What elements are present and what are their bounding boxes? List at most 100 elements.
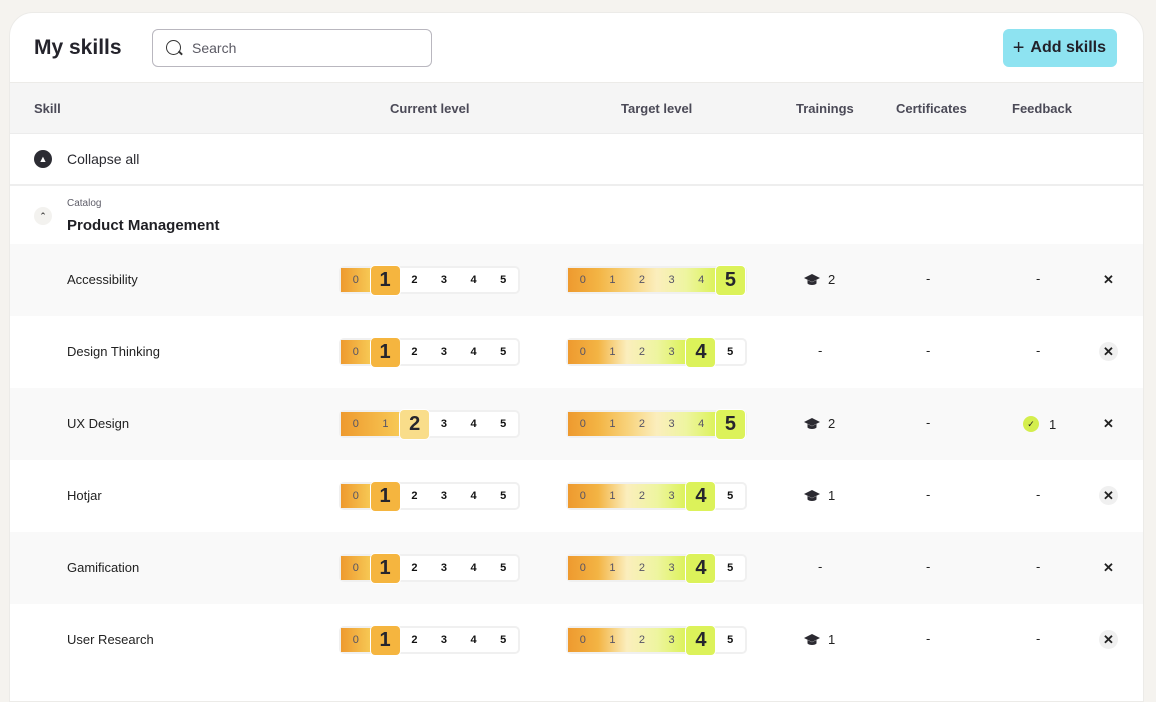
level-option-5[interactable]: 5 xyxy=(488,628,518,652)
trainings-count[interactable]: 1 xyxy=(804,632,835,647)
skill-name[interactable]: User Research xyxy=(67,632,154,647)
level-option-4[interactable]: 4 xyxy=(686,625,716,655)
level-option-3[interactable]: 3 xyxy=(429,268,459,292)
column-header-target-level[interactable]: Target level xyxy=(621,101,692,116)
level-option-2[interactable]: 2 xyxy=(627,556,657,580)
level-option-0[interactable]: 0 xyxy=(568,412,598,436)
current-level-selector[interactable]: 012345 xyxy=(341,409,518,439)
level-option-5[interactable]: 5 xyxy=(488,268,518,292)
level-option-5[interactable]: 5 xyxy=(715,628,745,652)
level-option-0[interactable]: 0 xyxy=(341,556,371,580)
level-option-1[interactable]: 1 xyxy=(370,553,400,583)
skill-name[interactable]: Accessibility xyxy=(67,272,138,287)
level-option-5[interactable]: 5 xyxy=(715,484,745,508)
level-option-2[interactable]: 2 xyxy=(400,628,430,652)
column-header-skill[interactable]: Skill xyxy=(34,101,61,116)
target-level-selector[interactable]: 012345 xyxy=(568,481,745,511)
level-option-3[interactable]: 3 xyxy=(656,340,687,364)
level-option-4[interactable]: 4 xyxy=(686,481,716,511)
level-option-3[interactable]: 3 xyxy=(656,412,687,436)
level-option-3[interactable]: 3 xyxy=(429,412,459,436)
feedback-count[interactable]: ✓ 1 xyxy=(1023,416,1056,432)
level-option-3[interactable]: 3 xyxy=(429,484,459,508)
current-level-selector[interactable]: 012345 xyxy=(341,265,518,295)
level-option-4[interactable]: 4 xyxy=(686,337,716,367)
level-option-5[interactable]: 5 xyxy=(488,340,518,364)
level-option-4[interactable]: 4 xyxy=(459,268,489,292)
level-option-5[interactable]: 5 xyxy=(488,484,518,508)
level-option-4[interactable]: 4 xyxy=(686,412,716,436)
level-option-1[interactable]: 1 xyxy=(370,412,401,436)
level-option-4[interactable]: 4 xyxy=(459,340,489,364)
level-option-2[interactable]: 2 xyxy=(627,628,657,652)
level-option-0[interactable]: 0 xyxy=(341,412,371,436)
target-level-selector[interactable]: 012345 xyxy=(568,409,745,439)
add-skills-button[interactable]: + Add skills xyxy=(1002,29,1117,67)
level-option-1[interactable]: 1 xyxy=(597,412,628,436)
target-level-selector[interactable]: 012345 xyxy=(568,265,745,295)
search-field[interactable] xyxy=(152,29,432,67)
level-option-2[interactable]: 2 xyxy=(627,412,657,436)
level-option-5[interactable]: 5 xyxy=(715,556,745,580)
level-option-3[interactable]: 3 xyxy=(429,628,459,652)
level-option-2[interactable]: 2 xyxy=(400,340,430,364)
current-level-selector[interactable]: 012345 xyxy=(341,553,518,583)
close-icon[interactable]: ✕ xyxy=(1099,270,1118,289)
level-option-4[interactable]: 4 xyxy=(459,484,489,508)
level-option-4[interactable]: 4 xyxy=(686,268,716,292)
level-option-2[interactable]: 2 xyxy=(400,484,430,508)
level-option-2[interactable]: 2 xyxy=(627,268,657,292)
column-header-feedback[interactable]: Feedback xyxy=(1012,101,1072,116)
target-level-selector[interactable]: 012345 xyxy=(568,553,745,583)
current-level-selector[interactable]: 012345 xyxy=(341,625,518,655)
level-option-3[interactable]: 3 xyxy=(656,556,687,580)
level-option-1[interactable]: 1 xyxy=(370,481,400,511)
chevron-up-icon[interactable]: ⌃ xyxy=(34,207,52,225)
level-option-5[interactable]: 5 xyxy=(488,412,518,436)
level-option-3[interactable]: 3 xyxy=(656,628,687,652)
level-option-2[interactable]: 2 xyxy=(400,268,430,292)
level-option-4[interactable]: 4 xyxy=(459,628,489,652)
current-level-selector[interactable]: 012345 xyxy=(341,337,518,367)
level-option-3[interactable]: 3 xyxy=(656,484,687,508)
level-option-0[interactable]: 0 xyxy=(568,268,598,292)
level-option-1[interactable]: 1 xyxy=(597,340,628,364)
skill-name[interactable]: UX Design xyxy=(67,416,129,431)
skill-name[interactable]: Gamification xyxy=(67,560,139,575)
level-option-1[interactable]: 1 xyxy=(370,625,400,655)
level-option-0[interactable]: 0 xyxy=(341,340,371,364)
level-option-2[interactable]: 2 xyxy=(400,409,430,439)
level-option-3[interactable]: 3 xyxy=(656,268,687,292)
close-icon[interactable]: ✕ xyxy=(1099,342,1118,361)
trainings-count[interactable]: 1 xyxy=(804,488,835,503)
level-option-0[interactable]: 0 xyxy=(341,484,371,508)
level-option-5[interactable]: 5 xyxy=(715,265,745,295)
level-option-1[interactable]: 1 xyxy=(370,265,400,295)
level-option-5[interactable]: 5 xyxy=(715,340,745,364)
skill-name[interactable]: Design Thinking xyxy=(67,344,160,359)
search-input[interactable] xyxy=(192,40,412,56)
level-option-3[interactable]: 3 xyxy=(429,556,459,580)
level-option-0[interactable]: 0 xyxy=(341,628,371,652)
level-option-0[interactable]: 0 xyxy=(568,556,598,580)
level-option-1[interactable]: 1 xyxy=(597,484,628,508)
column-header-trainings[interactable]: Trainings xyxy=(796,101,854,116)
level-option-2[interactable]: 2 xyxy=(627,484,657,508)
level-option-0[interactable]: 0 xyxy=(341,268,371,292)
close-icon[interactable]: ✕ xyxy=(1099,414,1118,433)
target-level-selector[interactable]: 012345 xyxy=(568,337,745,367)
level-option-1[interactable]: 1 xyxy=(370,337,400,367)
level-option-0[interactable]: 0 xyxy=(568,628,598,652)
column-header-certificates[interactable]: Certificates xyxy=(896,101,967,116)
level-option-1[interactable]: 1 xyxy=(597,268,628,292)
trainings-count[interactable]: 2 xyxy=(804,272,835,287)
close-icon[interactable]: ✕ xyxy=(1099,486,1118,505)
skill-name[interactable]: Hotjar xyxy=(67,488,102,503)
level-option-5[interactable]: 5 xyxy=(488,556,518,580)
level-option-5[interactable]: 5 xyxy=(715,409,745,439)
close-icon[interactable]: ✕ xyxy=(1099,558,1118,577)
level-option-0[interactable]: 0 xyxy=(568,340,598,364)
level-option-3[interactable]: 3 xyxy=(429,340,459,364)
column-header-current-level[interactable]: Current level xyxy=(390,101,469,116)
level-option-2[interactable]: 2 xyxy=(400,556,430,580)
